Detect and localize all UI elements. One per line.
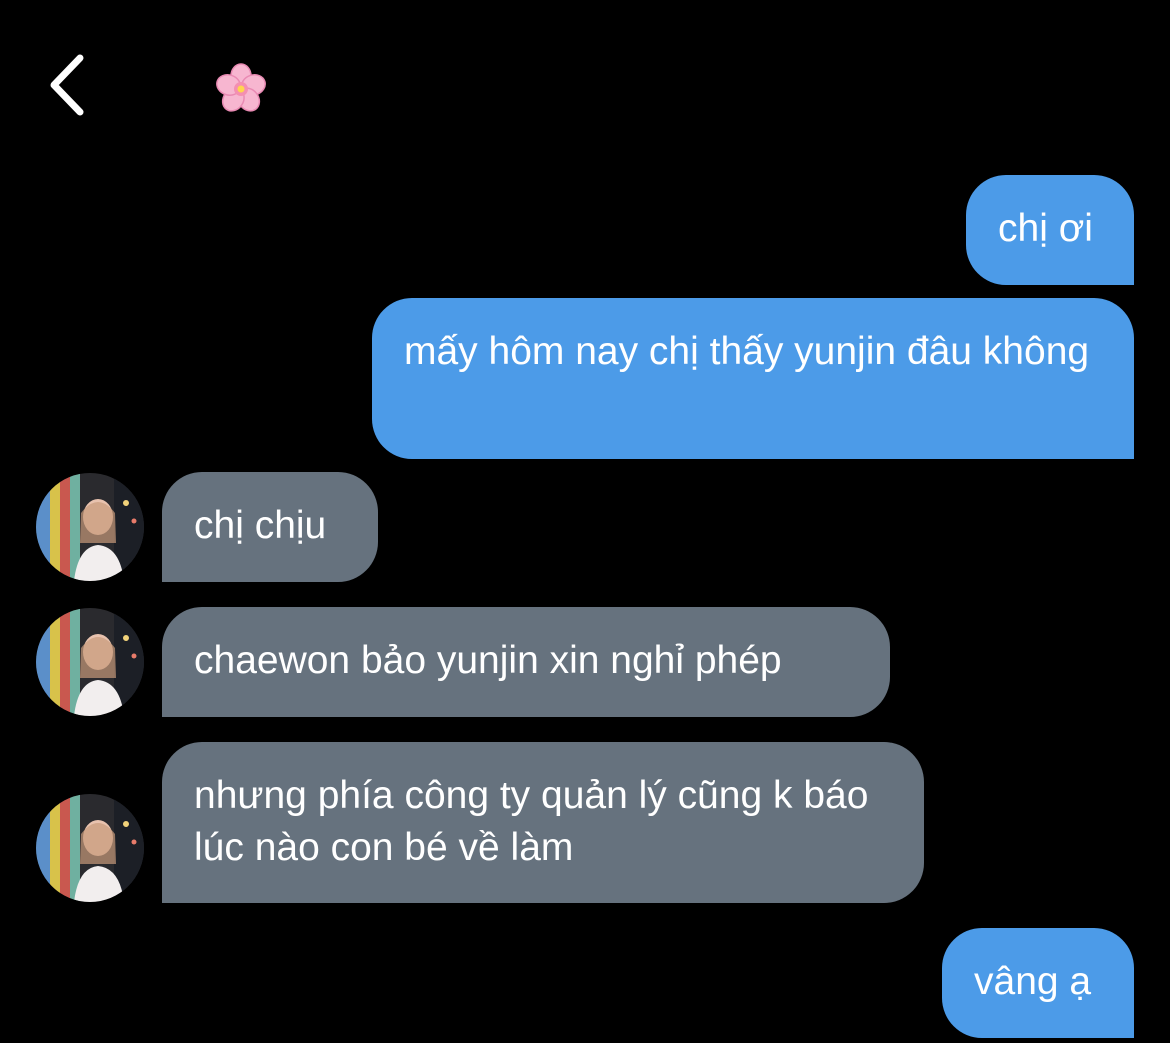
contact-avatar[interactable] — [214, 62, 268, 116]
back-button[interactable] — [44, 52, 94, 118]
chevron-left-icon — [50, 54, 84, 116]
profile-photo — [36, 608, 144, 716]
avatar[interactable] — [36, 608, 144, 716]
message-bubble-incoming[interactable]: chaewon bảo yunjin xin nghỉ phép — [162, 607, 890, 717]
message-bubble-outgoing[interactable]: chị ơi — [966, 175, 1134, 285]
cherry-blossom-icon — [216, 63, 266, 112]
message-bubble-incoming[interactable]: chị chịu — [162, 472, 378, 582]
chat-header — [0, 0, 1170, 150]
avatar[interactable] — [36, 473, 144, 581]
message-bubble-outgoing[interactable]: mấy hôm nay chị thấy yunjin đâu không — [372, 298, 1134, 459]
profile-photo — [36, 794, 144, 902]
message-bubble-incoming[interactable]: nhưng phía công ty quản lý cũng k báo lú… — [162, 742, 924, 903]
message-bubble-outgoing[interactable]: vâng ạ — [942, 928, 1134, 1038]
profile-photo — [36, 473, 144, 581]
avatar[interactable] — [36, 794, 144, 902]
